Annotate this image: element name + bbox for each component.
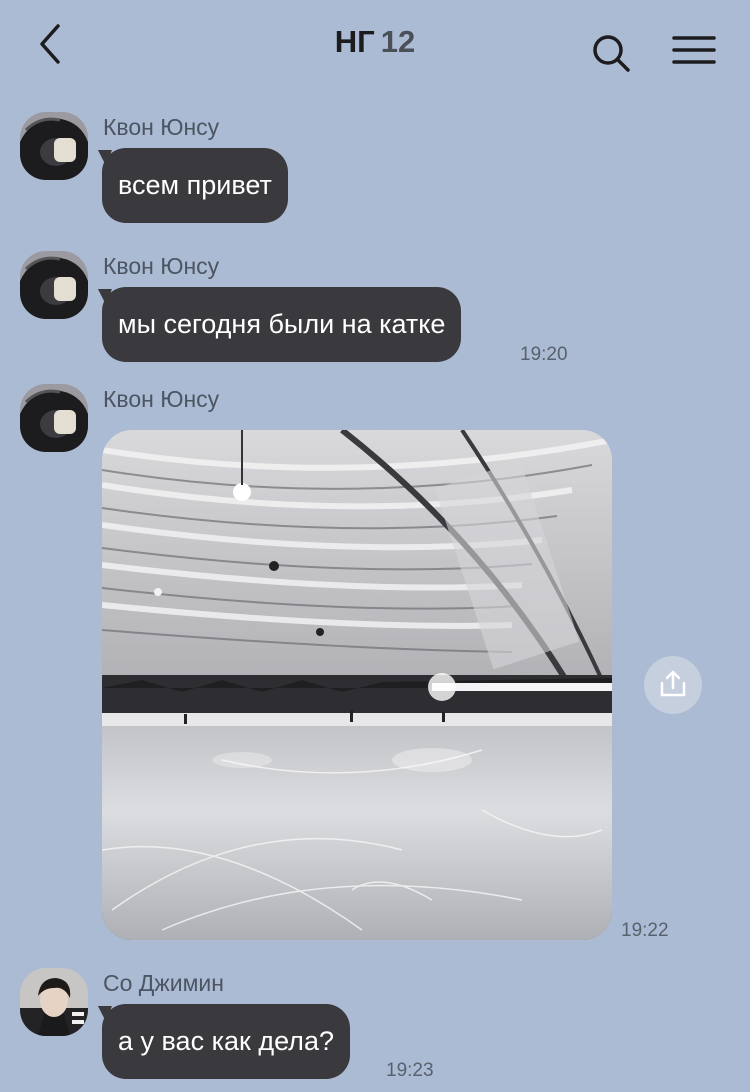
message-time: 19:20 [520, 344, 568, 365]
avatar[interactable] [20, 251, 88, 319]
shared-photo[interactable] [102, 430, 612, 940]
sender-name: Квон Юнсу [103, 386, 220, 412]
sender-name: Квон Юнсу [103, 114, 220, 140]
search-icon [593, 35, 630, 72]
chat-title: НГ 12 [0, 24, 750, 60]
sender-name: Квон Юнсу [103, 253, 220, 279]
member-count: 12 [380, 24, 416, 59]
share-button[interactable] [644, 656, 702, 714]
message-time: 19:23 [386, 1060, 434, 1081]
avatar[interactable] [20, 968, 88, 1036]
search-button[interactable] [590, 32, 634, 76]
message-bubble[interactable]: мы сегодня были на катке [102, 287, 462, 362]
chat-name: НГ [334, 24, 375, 59]
menu-button[interactable] [670, 34, 718, 70]
avatar[interactable] [20, 384, 88, 452]
chat-header: НГ 12 [0, 0, 750, 92]
message-bubble[interactable]: всем привет [102, 148, 288, 223]
message-time: 19:22 [621, 920, 669, 941]
hamburger-menu-icon [672, 36, 716, 64]
sender-name: Со Джимин [103, 970, 224, 996]
share-icon [660, 670, 686, 697]
avatar[interactable] [20, 112, 88, 180]
message-bubble[interactable]: а у вас как дела? [102, 1004, 350, 1079]
